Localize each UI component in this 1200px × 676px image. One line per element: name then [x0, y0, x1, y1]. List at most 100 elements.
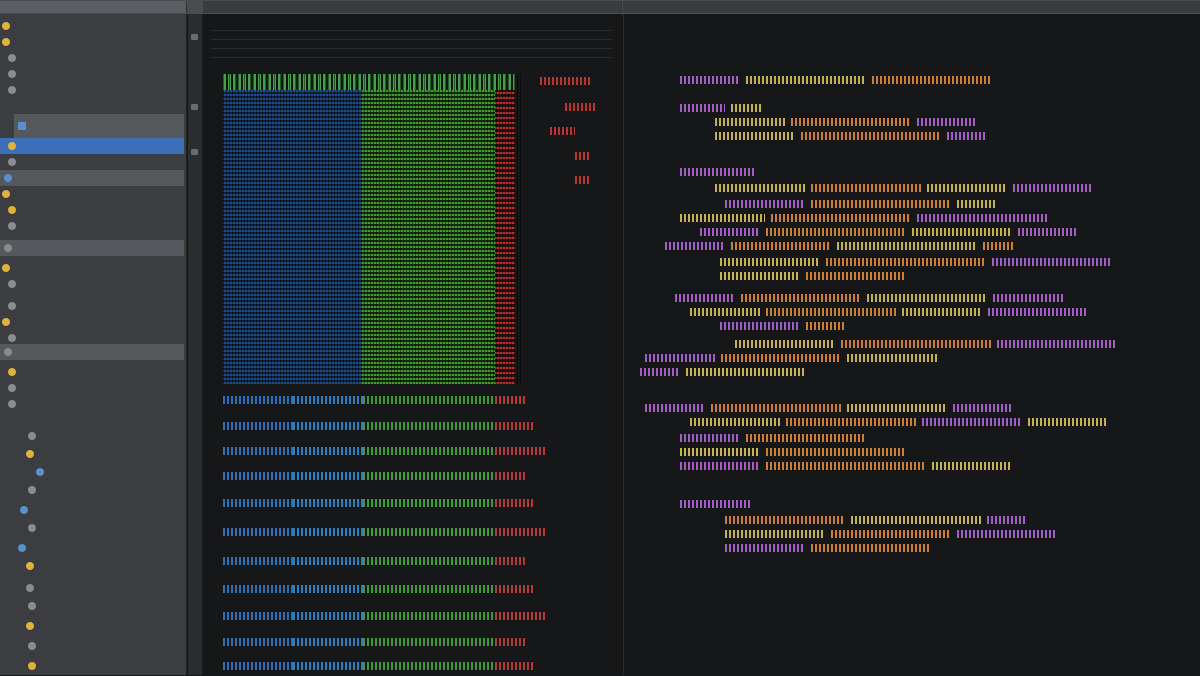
sidebar-item[interactable] [0, 50, 184, 66]
sidebar-item[interactable] [0, 428, 184, 446]
sidebar-item[interactable] [0, 482, 184, 500]
code-token [690, 418, 780, 426]
tab-editor-left[interactable] [203, 1, 622, 13]
sidebar-item[interactable] [0, 298, 184, 314]
code-token [912, 228, 1012, 236]
tab-editor-right[interactable] [623, 1, 1200, 13]
folder-icon [2, 38, 10, 46]
code-token [786, 418, 916, 426]
sidebar-item[interactable] [0, 396, 184, 412]
code-row [223, 528, 553, 536]
code-token [293, 528, 363, 536]
code-token [495, 557, 525, 565]
code-token [847, 354, 937, 362]
sidebar-item[interactable] [0, 638, 184, 656]
code-token [363, 447, 493, 455]
code-token [902, 308, 982, 316]
file-icon [8, 384, 16, 392]
folder-icon [8, 206, 16, 214]
code-token [957, 530, 1057, 538]
sidebar-item[interactable] [0, 276, 184, 292]
scroll-knob[interactable] [191, 34, 198, 40]
code-token [988, 308, 1088, 316]
code-token [872, 76, 992, 84]
code-token [837, 242, 977, 250]
file-icon [8, 280, 16, 288]
sidebar-item[interactable] [0, 658, 184, 676]
sidebar-item[interactable] [0, 82, 184, 98]
code-token [363, 662, 493, 670]
sidebar-item[interactable] [0, 170, 184, 186]
sidebar-item[interactable] [0, 502, 184, 520]
sidebar-item[interactable] [0, 446, 184, 464]
folder-icon [8, 142, 16, 150]
code-token [715, 118, 785, 126]
code-token [293, 662, 363, 670]
sidebar-item-selected[interactable] [0, 138, 184, 154]
code-token [690, 308, 760, 316]
code-token [680, 214, 765, 222]
code-token [495, 422, 535, 430]
code-token [725, 200, 805, 208]
code-token [293, 557, 363, 565]
tab-sidebar[interactable] [0, 1, 187, 13]
code-token [997, 340, 1117, 348]
code-token [495, 396, 525, 404]
code-token [293, 396, 363, 404]
scroll-knob[interactable] [191, 104, 198, 110]
sidebar-item[interactable] [0, 464, 184, 482]
code-token [223, 396, 293, 404]
sidebar-item[interactable] [0, 558, 184, 576]
code-token [686, 368, 806, 376]
splitter[interactable] [188, 14, 203, 675]
sidebar-item[interactable] [0, 580, 184, 598]
code-token [665, 242, 725, 250]
sidebar-item[interactable] [0, 344, 184, 360]
sidebar-item[interactable] [0, 618, 184, 636]
scroll-knob[interactable] [191, 149, 198, 155]
sidebar-item[interactable] [0, 240, 184, 256]
code-token [867, 294, 987, 302]
file-icon [28, 602, 36, 610]
code-row [223, 638, 553, 646]
code-token [680, 104, 725, 112]
file-icon [8, 334, 16, 342]
sidebar-item[interactable] [0, 18, 184, 34]
sidebar-item[interactable] [0, 202, 184, 218]
code-token [363, 638, 493, 646]
sidebar-item[interactable] [0, 186, 184, 202]
file-icon [8, 54, 16, 62]
sidebar-item[interactable] [0, 34, 184, 50]
sidebar-item[interactable] [0, 598, 184, 616]
code-token [932, 462, 1012, 470]
code-token [363, 557, 493, 565]
folder-icon [28, 662, 36, 670]
code-row [223, 557, 553, 565]
sidebar-item[interactable] [0, 260, 184, 276]
sidebar-item[interactable] [14, 114, 184, 138]
code-token [826, 258, 986, 266]
sidebar-item[interactable] [0, 380, 184, 396]
sidebar-item[interactable] [0, 364, 184, 380]
code-token [223, 472, 293, 480]
code-token [495, 612, 545, 620]
code-token [645, 354, 715, 362]
folder-icon [2, 190, 10, 198]
sidebar-item[interactable] [0, 314, 184, 330]
code-row [223, 662, 553, 670]
code-row [223, 447, 553, 455]
code-token [700, 228, 760, 236]
sidebar-item[interactable] [0, 540, 184, 558]
sidebar [0, 14, 187, 675]
code-token [721, 354, 841, 362]
sidebar-item[interactable] [0, 520, 184, 538]
file-icon [28, 524, 36, 532]
sidebar-item[interactable] [0, 218, 184, 234]
code-token [766, 448, 906, 456]
code-token [223, 638, 293, 646]
sidebar-item[interactable] [0, 154, 184, 170]
code-token [293, 585, 363, 593]
file-icon [18, 544, 26, 552]
sidebar-item[interactable] [0, 66, 184, 82]
folder-icon [26, 622, 34, 630]
